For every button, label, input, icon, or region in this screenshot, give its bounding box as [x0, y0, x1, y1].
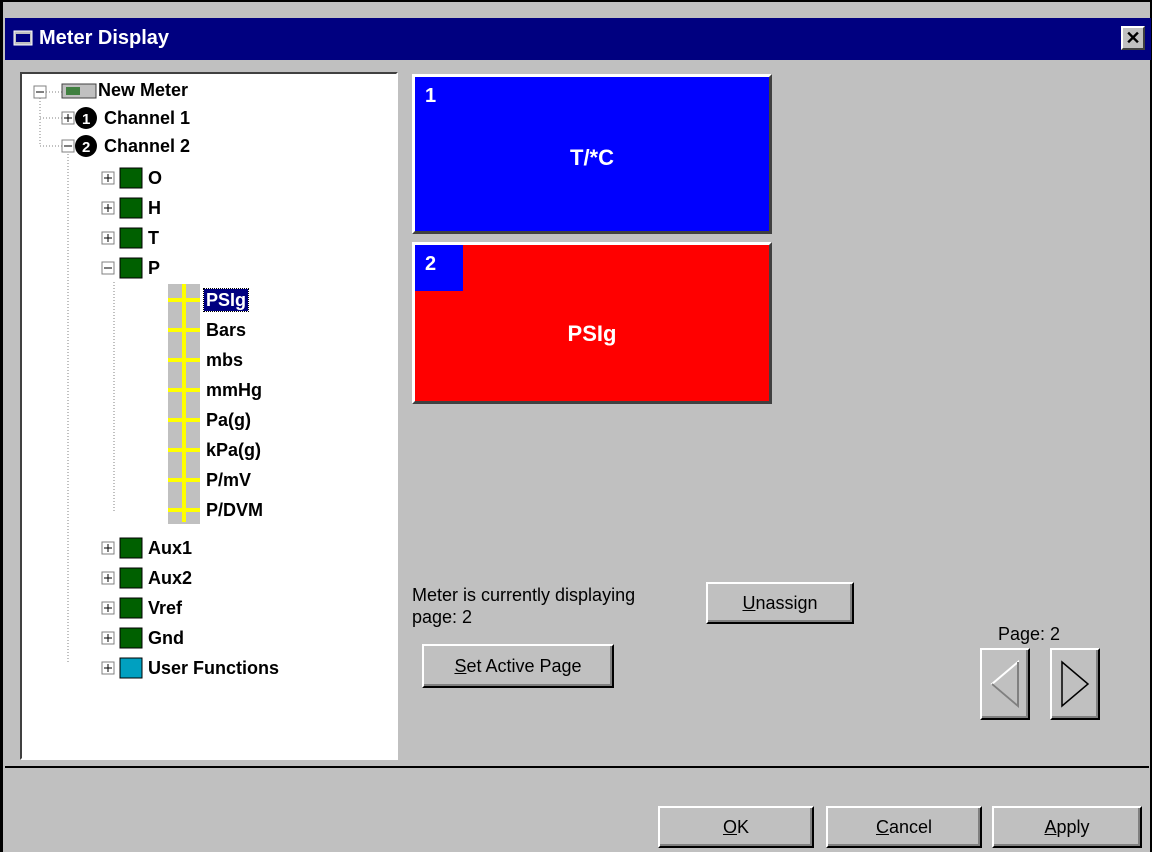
- tree-item-gnd[interactable]: Gnd: [148, 627, 184, 649]
- next-page-button[interactable]: [1050, 648, 1100, 720]
- page-number-1: 1: [425, 85, 437, 107]
- svg-text:1: 1: [82, 111, 90, 128]
- tree-item-h[interactable]: H: [148, 197, 161, 219]
- cancel-label: ancel: [888, 816, 933, 837]
- svg-text:2: 2: [82, 139, 90, 156]
- title-bar[interactable]: Meter Display ✕: [5, 18, 1151, 60]
- tree-item-mbs[interactable]: mbs: [206, 349, 243, 371]
- tree-item-pa-g[interactable]: Pa(g): [206, 409, 251, 431]
- tree-item-aux1[interactable]: Aux1: [148, 537, 192, 559]
- unassign-mnemonic: U: [742, 592, 756, 613]
- window-title: Meter Display: [39, 27, 170, 49]
- tree-item-bars[interactable]: Bars: [206, 319, 246, 341]
- status-line-2: page: 2: [412, 607, 473, 627]
- tree-item-p[interactable]: P: [148, 257, 160, 279]
- meter-tree-view[interactable]: 1 2 New Meter Channel 1 Channel 2 O H T …: [20, 72, 398, 760]
- ok-label: K: [737, 816, 750, 837]
- tree-item-mmhg[interactable]: mmHg: [206, 379, 262, 401]
- prev-page-button[interactable]: [980, 648, 1030, 720]
- tree-item-o[interactable]: O: [148, 167, 162, 189]
- tree-root-new-meter[interactable]: New Meter: [98, 79, 188, 101]
- tree-item-t[interactable]: T: [148, 227, 159, 249]
- tree-item-channel-2[interactable]: Channel 2: [104, 135, 190, 157]
- tree-item-user-functions[interactable]: User Functions: [148, 657, 279, 679]
- page-label-2: PSIg: [567, 321, 617, 346]
- tree-item-channel-1[interactable]: Channel 1: [104, 107, 190, 129]
- tree-item-psig[interactable]: PSIg: [202, 288, 250, 312]
- footer-separator: [5, 766, 1149, 768]
- ok-mnemonic: O: [722, 816, 737, 837]
- left-arrow-icon: [990, 659, 1019, 709]
- right-arrow-icon: [1061, 660, 1090, 708]
- page-number-2: 2: [425, 253, 437, 275]
- unassign-label: nassign: [755, 592, 818, 613]
- status-line-1: Meter is currently displaying: [412, 585, 636, 605]
- status-text: Meter is currently displaying page: 2: [412, 584, 635, 628]
- unassign-button[interactable]: Unassign: [706, 582, 854, 624]
- apply-mnemonic: A: [1044, 816, 1057, 837]
- tree-item-aux2[interactable]: Aux2: [148, 567, 192, 589]
- tree-item-p-mv[interactable]: P/mV: [206, 469, 251, 491]
- page-box-1[interactable]: 1 T/*C: [412, 74, 772, 234]
- page-box-2[interactable]: 2 PSIg: [412, 242, 772, 404]
- set-active-label: et Active Page: [466, 655, 582, 676]
- pager-label: Page: 2: [998, 624, 1061, 644]
- tree-item-kpa-g[interactable]: kPa(g): [206, 439, 261, 461]
- tree-item-p-dvm[interactable]: P/DVM: [206, 499, 263, 521]
- cancel-button[interactable]: Cancel: [826, 806, 982, 848]
- apply-button[interactable]: Apply: [992, 806, 1142, 848]
- set-active-page-button[interactable]: Set Active Page: [422, 644, 614, 688]
- close-icon: ✕: [1125, 28, 1141, 48]
- apply-label: pply: [1056, 816, 1090, 837]
- set-active-mnemonic: S: [454, 655, 467, 676]
- cancel-mnemonic: C: [875, 816, 889, 837]
- app-icon: [13, 30, 33, 46]
- close-button[interactable]: ✕: [1121, 26, 1145, 50]
- tree-item-vref[interactable]: Vref: [148, 597, 182, 619]
- page-number-badge: [415, 245, 463, 291]
- page-label-1: T/*C: [570, 145, 614, 170]
- ok-button[interactable]: OK: [658, 806, 814, 848]
